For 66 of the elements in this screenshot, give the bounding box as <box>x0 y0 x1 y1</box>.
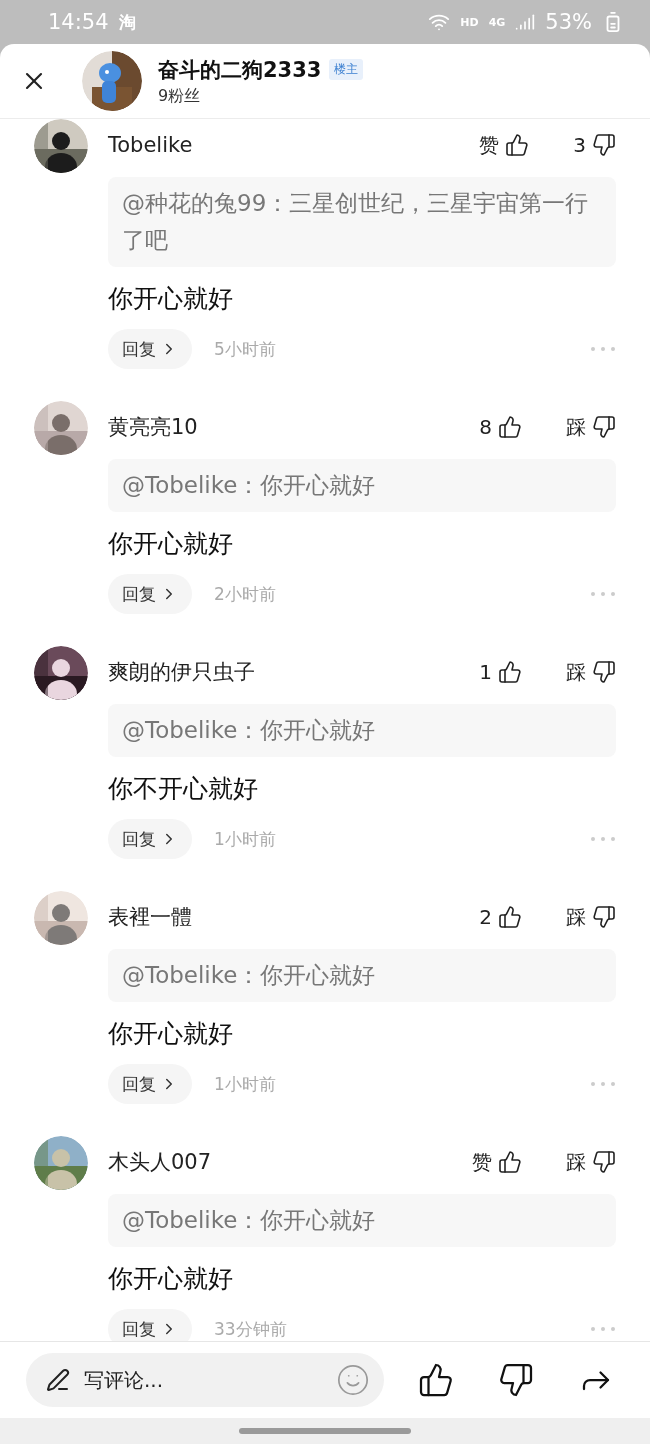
commenter-name: Tobelike <box>108 133 194 157</box>
notification-glyph: 淘 <box>118 10 136 34</box>
comment-time: 1小时前 <box>214 827 277 851</box>
more-icon[interactable] <box>590 836 616 842</box>
quoted-reply: @种花的兔99：三星创世纪，三星宇宙第一行了吧 <box>108 177 616 267</box>
comment-text: 你开心就好 <box>108 1263 234 1295</box>
commenter-name: 爽朗的伊只虫子 <box>108 659 256 686</box>
comment-time: 1小时前 <box>214 1072 277 1096</box>
dislike-button[interactable]: 踩 <box>566 1148 616 1176</box>
reply-button[interactable]: 回复 <box>108 574 192 614</box>
more-icon[interactable] <box>590 591 616 597</box>
network-type: 4G <box>488 15 506 29</box>
comment-bar[interactable]: 写评论... <box>26 1353 384 1407</box>
home-indicator[interactable] <box>239 1428 411 1434</box>
more-icon[interactable] <box>590 1326 616 1332</box>
thumbs-down-icon <box>592 1150 616 1174</box>
like-button[interactable]: 赞 <box>472 1148 522 1176</box>
quoted-reply: @Tobelike：你开心就好 <box>108 704 616 757</box>
comment-text: 你不开心就好 <box>108 773 259 805</box>
quoted-reply: @Tobelike：你开心就好 <box>108 1194 616 1247</box>
like-button[interactable]: 2 <box>479 905 522 929</box>
thumbs-up-icon <box>505 133 530 157</box>
reply-button[interactable]: 回复 <box>108 1064 192 1104</box>
reply-button[interactable]: 回复 <box>108 819 192 859</box>
battery-percent: 53% <box>545 10 592 34</box>
more-icon[interactable] <box>590 1081 616 1087</box>
thumbs-down-icon <box>592 415 616 439</box>
pen-icon <box>46 1368 70 1392</box>
like-button[interactable]: 8 <box>479 415 522 439</box>
follower-count: 9粉丝 <box>158 85 202 107</box>
comment-text: 你开心就好 <box>108 283 234 315</box>
thumbs-up-icon <box>498 660 522 684</box>
like-button[interactable]: 1 <box>479 660 522 684</box>
reply-button[interactable]: 回复 <box>108 329 192 369</box>
dislike-button[interactable] <box>498 1362 534 1398</box>
thumbs-up-icon <box>498 1150 522 1174</box>
author-badge: 楼主 <box>329 59 364 80</box>
dislike-button[interactable]: 踩 <box>566 658 616 686</box>
comment-input[interactable]: 写评论... <box>82 1367 324 1393</box>
clock: 14:54 <box>48 10 109 34</box>
like-button[interactable]: 赞 <box>479 131 530 159</box>
like-button[interactable] <box>418 1362 454 1398</box>
more-icon[interactable] <box>590 346 616 352</box>
commenter-name: 黄亮亮10 <box>108 414 199 441</box>
author-name: 奋斗的二狗2333 <box>158 56 322 84</box>
commenter-name: 表裡一體 <box>108 904 193 931</box>
comment-time: 2小时前 <box>214 582 277 606</box>
network-label: HD <box>460 15 479 29</box>
comment-time: 5小时前 <box>214 337 277 361</box>
commenter-name: 木头人007 <box>108 1149 213 1176</box>
quoted-reply: @Tobelike：你开心就好 <box>108 949 616 1002</box>
comment-text: 你开心就好 <box>108 528 234 560</box>
reply-button[interactable]: 回复 <box>108 1309 192 1341</box>
thumbs-down-icon <box>592 905 616 929</box>
emoji-icon[interactable] <box>336 1363 370 1397</box>
thumbs-down-icon <box>592 133 616 157</box>
thumbs-up-icon <box>498 415 522 439</box>
thumbs-down-icon <box>592 660 616 684</box>
dislike-button[interactable]: 踩 <box>566 413 616 441</box>
comment-text: 你开心就好 <box>108 1018 234 1050</box>
signal-icon <box>515 12 536 32</box>
dislike-button[interactable]: 踩 <box>566 903 616 931</box>
dislike-button[interactable]: 3 <box>573 133 616 157</box>
quoted-reply: @Tobelike：你开心就好 <box>108 459 616 512</box>
thumbs-up-icon <box>498 905 522 929</box>
comment-time: 33分钟前 <box>214 1317 288 1341</box>
